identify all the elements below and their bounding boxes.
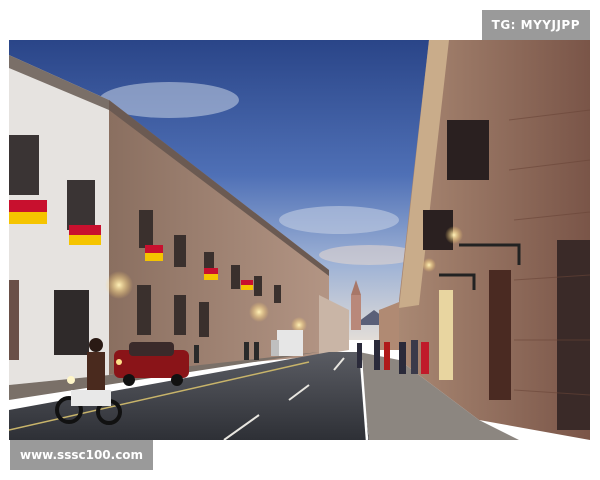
- left-white-building: [9, 55, 109, 385]
- watermark-bottom: www.sssc100.com: [10, 440, 154, 470]
- watermark-top: TG: MYYJJPP: [481, 10, 590, 40]
- right-stone-building: [399, 40, 590, 440]
- street-photo: [9, 40, 590, 440]
- street-scene-illustration: [9, 40, 590, 440]
